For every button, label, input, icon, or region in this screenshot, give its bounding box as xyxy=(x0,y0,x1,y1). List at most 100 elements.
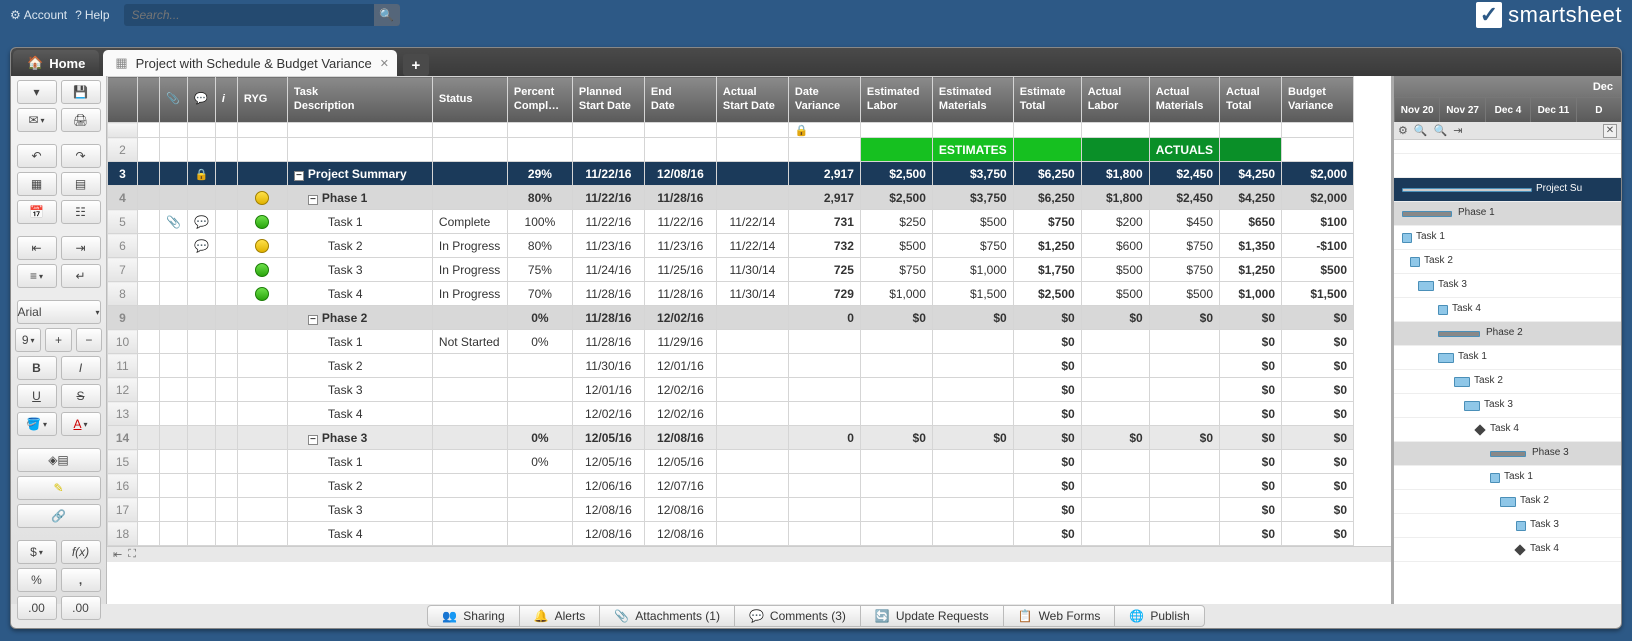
table-row[interactable]: 2ESTIMATESACTUALS xyxy=(108,138,1354,162)
table-row[interactable]: 14−Phase 30%12/05/1612/08/160$0$0$0$0$0$… xyxy=(108,426,1354,450)
text-color-button[interactable]: A▾ xyxy=(61,412,101,436)
underline-button[interactable]: U xyxy=(17,384,57,408)
grid[interactable]: 📎💬iRYGTaskDescriptionStatusPercentCompl…… xyxy=(107,76,1391,604)
floppy-icon: 💾 xyxy=(73,85,88,99)
table-row[interactable]: 3🔒−Project Summary29%11/22/1612/08/162,9… xyxy=(108,162,1354,186)
grid-icon: ▦ xyxy=(31,177,42,191)
formula-button[interactable]: f(x) xyxy=(61,540,101,564)
align-left-icon: ≡ xyxy=(30,269,37,283)
undo-icon: ↶ xyxy=(31,149,41,163)
gantt-row: Task 1 xyxy=(1394,226,1621,250)
gear-icon[interactable]: ⚙ xyxy=(1398,124,1408,137)
tab-sheet[interactable]: ▦ Project with Schedule & Budget Varianc… xyxy=(103,50,397,76)
table-row[interactable]: 7Task 3In Progress75%11/24/1611/25/1611/… xyxy=(108,258,1354,282)
status-dot xyxy=(255,263,269,277)
update-requests-button[interactable]: 🔄Update Requests xyxy=(860,605,1003,627)
cf-icon: ◈▤ xyxy=(48,453,69,467)
tab-add-button[interactable]: + xyxy=(403,54,429,76)
table-row[interactable]: 5📎💬Task 1Complete100%11/22/1611/22/1611/… xyxy=(108,210,1354,234)
redo-button[interactable]: ↷ xyxy=(61,144,101,168)
table-row[interactable]: 16Task 212/06/1612/07/16$0$0$0 xyxy=(108,474,1354,498)
search-input[interactable] xyxy=(124,8,374,22)
table-row[interactable]: 8Task 4In Progress70%11/28/1611/28/1611/… xyxy=(108,282,1354,306)
gantt-tools: ⚙ 🔍 🔍 ⇥ ✕ xyxy=(1394,122,1621,140)
paperclip-icon: 📎 xyxy=(166,215,181,229)
search-button[interactable]: 🔍 xyxy=(374,4,400,26)
italic-button[interactable]: I xyxy=(61,356,101,380)
zoom-in-icon[interactable]: 🔍 xyxy=(1434,124,1448,137)
link-button[interactable]: 🔗 xyxy=(17,504,101,528)
table-row[interactable]: 6💬Task 2In Progress80%11/23/1611/23/1611… xyxy=(108,234,1354,258)
indent-button[interactable]: ⇥ xyxy=(61,236,101,260)
table-row[interactable]: 12Task 312/01/1612/02/16$0$0$0 xyxy=(108,378,1354,402)
globe-icon: 🌐 xyxy=(1129,609,1144,623)
publish-button[interactable]: 🌐Publish xyxy=(1114,605,1204,627)
mail-icon: ✉ xyxy=(28,113,38,127)
grid-view-button[interactable]: ▦ xyxy=(17,172,57,196)
tab-home[interactable]: 🏠Home xyxy=(13,50,99,76)
help-link[interactable]: ?Help xyxy=(75,8,109,22)
gantt-view-button[interactable]: ☷ xyxy=(61,200,101,224)
toolbar-more-button[interactable]: ▾ xyxy=(45,628,73,629)
status-dot xyxy=(255,191,269,205)
currency-button[interactable]: $▾ xyxy=(17,540,57,564)
thousands-button[interactable]: , xyxy=(61,568,101,592)
highlight-button[interactable]: ✎ xyxy=(17,476,101,500)
bucket-icon: 🪣 xyxy=(26,417,41,431)
mail-button[interactable]: ✉▾ xyxy=(17,108,57,132)
sharing-button[interactable]: 👥Sharing xyxy=(427,605,518,627)
font-larger-button[interactable]: + xyxy=(45,328,71,352)
sheet-icon: ▦ xyxy=(115,55,127,71)
footer-bar: 👥Sharing 🔔Alerts 📎Attachments (1) 💬Comme… xyxy=(11,604,1621,628)
account-link[interactable]: ⚙Account xyxy=(10,8,67,22)
status-dot xyxy=(255,287,269,301)
redo-icon: ↷ xyxy=(75,149,85,163)
outdent-button[interactable]: ⇤ xyxy=(17,236,57,260)
form-icon: 📋 xyxy=(1018,609,1033,623)
floppy-save-button[interactable]: 💾 xyxy=(61,80,101,104)
table-row[interactable]: 15Task 10%12/05/1612/05/16$0$0$0 xyxy=(108,450,1354,474)
web-forms-button[interactable]: 📋Web Forms xyxy=(1003,605,1115,627)
table-row[interactable]: 17Task 312/08/1612/08/16$0$0$0 xyxy=(108,498,1354,522)
table-row[interactable]: 10Task 1Not Started0%11/28/1611/29/16$0$… xyxy=(108,330,1354,354)
scroll-left-icon[interactable]: ⇤ xyxy=(113,548,122,561)
wrap-button[interactable]: ↵ xyxy=(61,264,101,288)
gantt-close-button[interactable]: ✕ xyxy=(1603,124,1617,138)
close-icon[interactable]: ✕ xyxy=(380,57,389,70)
table-row[interactable]: 4−Phase 180%11/22/1611/28/162,917$2,500$… xyxy=(108,186,1354,210)
search-icon: 🔍 xyxy=(379,8,394,22)
gantt-row: Phase 1 xyxy=(1394,202,1621,226)
outdent-icon: ⇤ xyxy=(31,241,41,255)
font-select[interactable]: Arial▾ xyxy=(17,300,101,324)
alerts-button[interactable]: 🔔Alerts xyxy=(519,605,600,627)
card-icon: ▤ xyxy=(75,177,86,191)
gantt-row: Task 4 xyxy=(1394,298,1621,322)
strike-button[interactable]: S xyxy=(61,384,101,408)
bold-button[interactable]: B xyxy=(17,356,57,380)
calendar-view-button[interactable]: 📅 xyxy=(17,200,57,224)
percent-button[interactable]: % xyxy=(17,568,57,592)
font-smaller-button[interactable]: − xyxy=(76,328,102,352)
highlight-icon: ✎ xyxy=(53,481,63,495)
comments-button[interactable]: 💬Comments (3) xyxy=(734,605,860,627)
status-dot xyxy=(255,239,269,253)
table-row[interactable]: 11Task 211/30/1612/01/16$0$0$0 xyxy=(108,354,1354,378)
scroll-footer: ⇤ ⛶ xyxy=(107,546,1391,562)
conditional-format-button[interactable]: ◈▤ xyxy=(17,448,101,472)
logo: ✓ smartsheet xyxy=(1476,2,1622,28)
align-left-button[interactable]: ≡▾ xyxy=(17,264,57,288)
font-size-select[interactable]: 9▾ xyxy=(15,328,41,352)
table-row[interactable]: 9−Phase 20%11/28/1612/02/160$0$0$0$0$0$0… xyxy=(108,306,1354,330)
card-view-button[interactable]: ▤ xyxy=(61,172,101,196)
undo-button[interactable]: ↶ xyxy=(17,144,57,168)
print-button[interactable]: 🖨 xyxy=(61,108,101,132)
zoom-out-icon[interactable]: 🔍 xyxy=(1414,124,1428,137)
fullscreen-icon[interactable]: ⛶ xyxy=(128,548,136,561)
attachments-button[interactable]: 📎Attachments (1) xyxy=(599,605,734,627)
table-row[interactable]: 13Task 412/02/1612/02/16$0$0$0 xyxy=(108,402,1354,426)
fill-color-button[interactable]: 🪣▾ xyxy=(17,412,57,436)
table-row[interactable]: 18Task 412/08/1612/08/16$0$0$0 xyxy=(108,522,1354,546)
save-button[interactable]: ▾ xyxy=(17,80,57,104)
go-today-icon[interactable]: ⇥ xyxy=(1453,124,1462,137)
comment-icon: 💬 xyxy=(194,215,209,229)
